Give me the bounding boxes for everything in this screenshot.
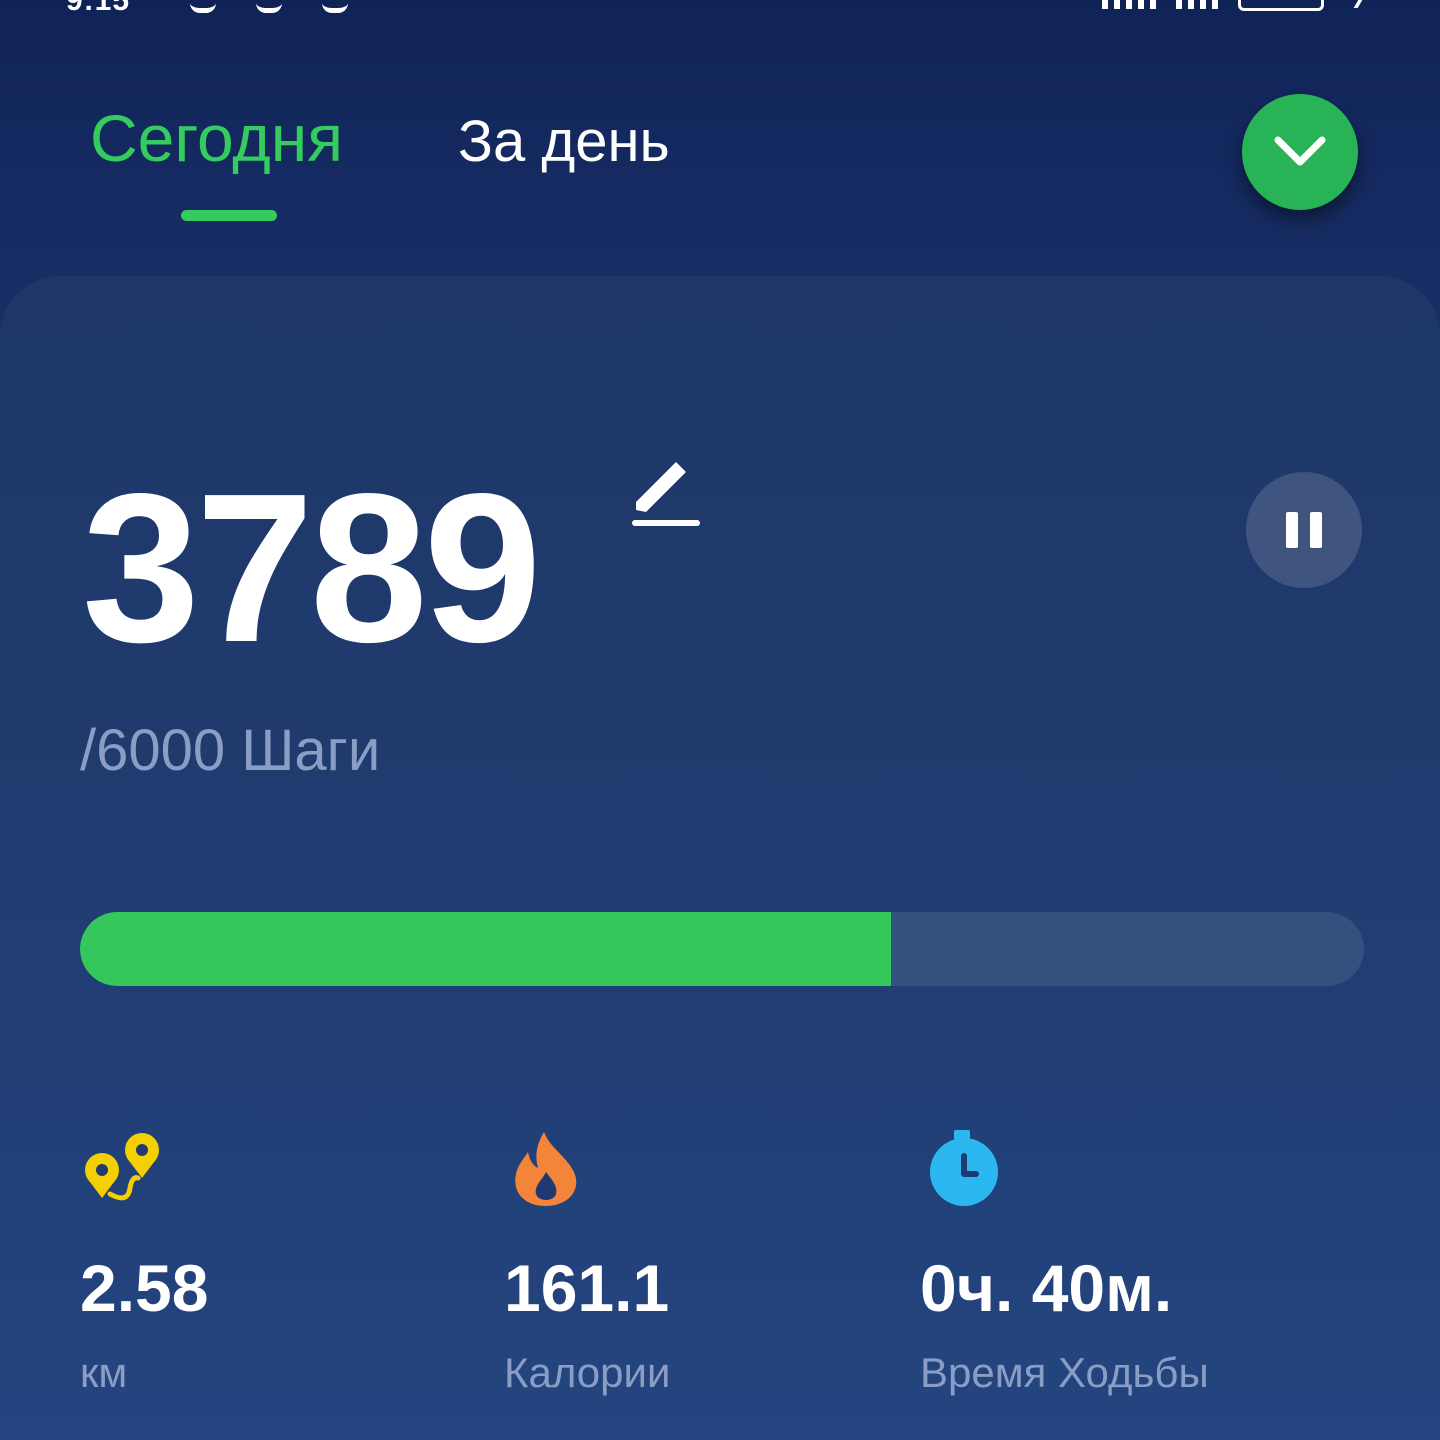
notification-icon <box>322 0 348 13</box>
flame-icon <box>515 1132 577 1206</box>
route-pin-icon <box>85 1133 159 1201</box>
chevron-down-icon <box>1274 136 1326 166</box>
distance-label: км <box>80 1349 128 1396</box>
signal-icon <box>1176 0 1218 9</box>
expand-button[interactable] <box>1242 94 1358 210</box>
status-time: 9:15 <box>66 0 130 14</box>
steps-progress-bar <box>80 912 1364 986</box>
notification-icons <box>190 0 348 13</box>
tab-today[interactable]: Сегодня <box>90 100 343 176</box>
pause-button[interactable] <box>1246 472 1362 588</box>
calories-value: 161.1 <box>504 1251 670 1325</box>
stat-calories: 161.1 Калории <box>504 1126 924 1406</box>
status-indicators <box>1102 0 1363 11</box>
notification-icon <box>190 0 216 13</box>
distance-value: 2.58 <box>80 1251 209 1325</box>
walking-time-value: 0ч. 40м. <box>920 1251 1173 1325</box>
status-bar: 9:15 <box>0 0 1440 14</box>
steps-count: 3789 <box>82 449 542 686</box>
tab-per-day[interactable]: За день <box>458 104 670 180</box>
pencil-icon[interactable] <box>628 456 702 530</box>
walking-time-label: Время Ходьбы <box>920 1349 1209 1396</box>
stat-distance: 2.58 км <box>80 1126 500 1406</box>
charging-icon <box>1341 0 1363 8</box>
steps-goal: /6000 Шаги <box>80 718 381 783</box>
stopwatch-icon <box>930 1130 998 1206</box>
calories-label: Калории <box>504 1349 671 1396</box>
stat-walking-time: 0ч. 40м. Время Ходьбы <box>920 1126 1340 1406</box>
battery-icon <box>1238 0 1324 11</box>
notification-icon <box>256 0 282 13</box>
signal-icon <box>1102 0 1156 9</box>
pause-icon <box>1286 512 1322 548</box>
steps-progress-fill <box>80 912 891 986</box>
active-tab-indicator <box>181 210 277 221</box>
